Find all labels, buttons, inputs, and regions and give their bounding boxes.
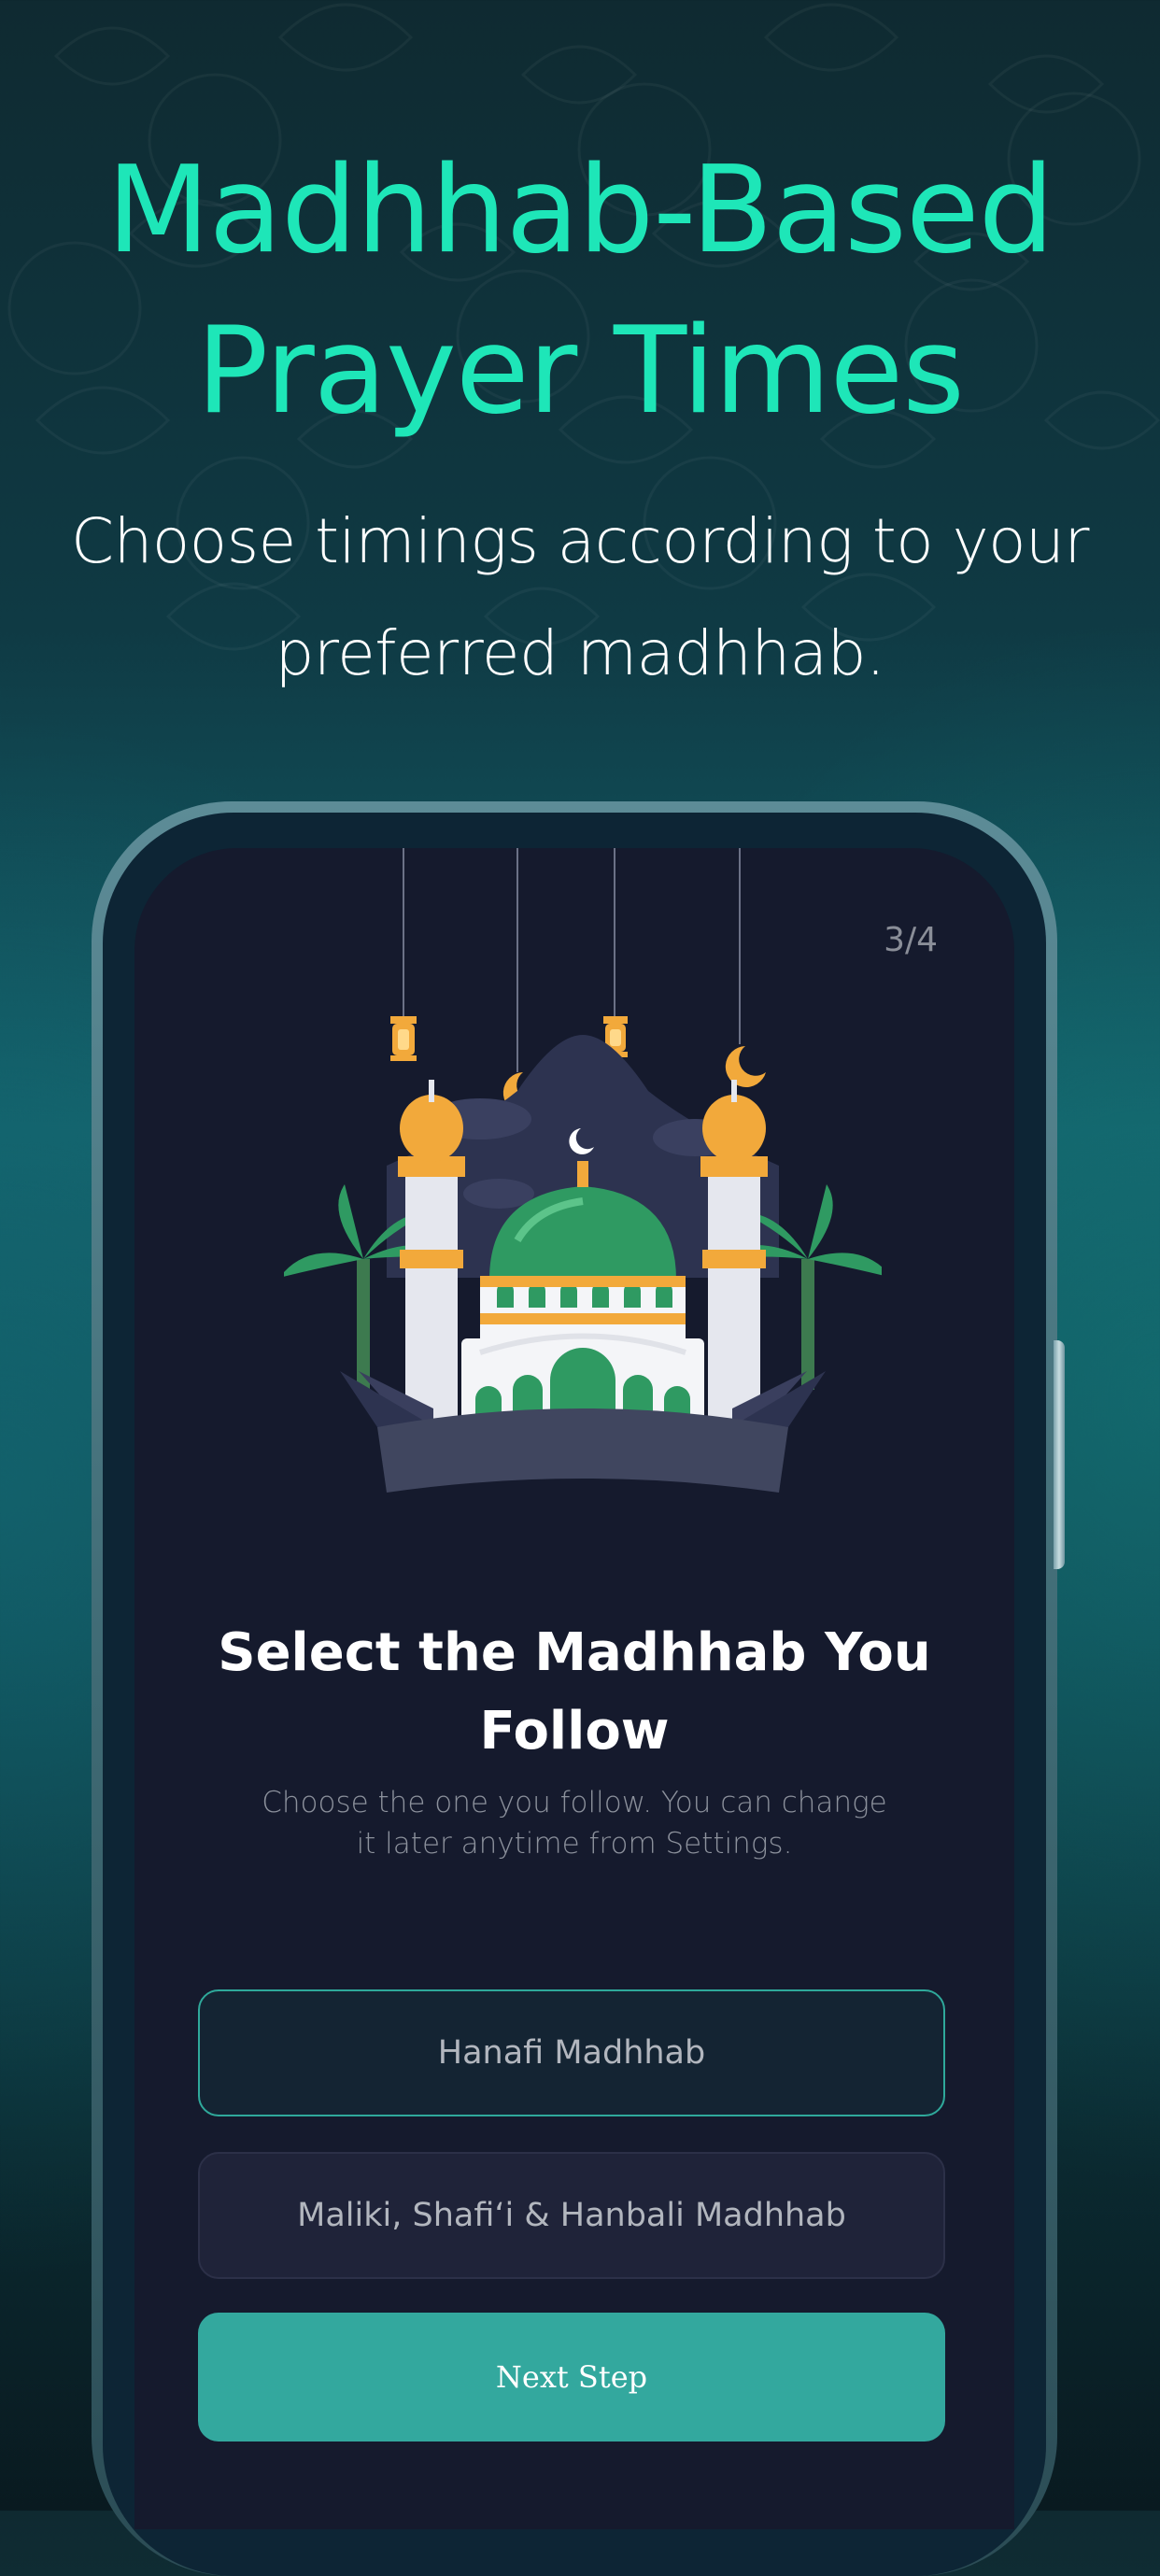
screen-description-line-2: it later anytime from Settings.	[356, 1827, 793, 1861]
option-label: Maliki, Shafi‘i & Hanbali Madhhab	[297, 2197, 846, 2234]
screen-description-line-1: Choose the one you follow. You can chang…	[262, 1786, 887, 1819]
subheadline: Choose timings according to your preferr…	[0, 486, 1160, 710]
option-hanafi-madhhab[interactable]: Hanafi Madhhab	[198, 1989, 945, 2116]
mosque-illustration	[284, 848, 882, 1493]
option-label: Hanafi Madhhab	[437, 2034, 706, 2072]
screen-title-line-1: Select the Madhhab You	[218, 1622, 931, 1683]
step-counter: 3/4	[884, 921, 938, 959]
option-maliki-shafii-hanbali-madhhab[interactable]: Maliki, Shafi‘i & Hanbali Madhhab	[198, 2152, 945, 2279]
screen-description: Choose the one you follow. You can chang…	[237, 1782, 912, 1864]
headline-line-2: Prayer Times	[196, 302, 965, 441]
headline: Madhhab-Based Prayer Times	[0, 131, 1160, 452]
screen-title-line-2: Follow	[479, 1701, 670, 1762]
screen-title: Select the Madhhab You Follow	[172, 1614, 977, 1771]
phone-screen: 3/4 Select the Madhhab You Follow Choose…	[134, 848, 1014, 2529]
subheadline-line-2: preferred madhhab.	[275, 617, 885, 689]
headline-line-1: Madhhab-Based	[106, 141, 1054, 280]
next-step-button[interactable]: Next Step	[198, 2313, 945, 2442]
subheadline-line-1: Choose timings according to your	[71, 505, 1089, 577]
phone-side-button	[1054, 1340, 1065, 1569]
lantern-icon	[390, 1016, 417, 1061]
